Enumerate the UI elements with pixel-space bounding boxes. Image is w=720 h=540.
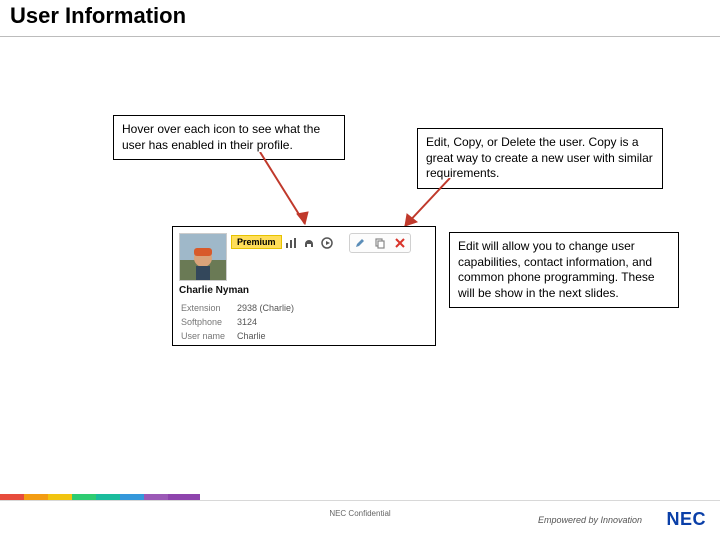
callout-edit: Edit will allow you to change user capab… [449,232,679,308]
extension-value: 2938 (Charlie) [237,303,304,315]
stats-icon[interactable] [285,237,297,249]
title-divider [0,36,720,37]
footer-divider [0,500,720,501]
user-card: Premium Charlie Nyman Extension 2938 ( [172,226,436,346]
premium-badge: Premium [231,235,282,249]
username-value: Charlie [237,331,304,343]
action-button-group [349,233,411,253]
capability-icon-row [285,233,411,253]
headset-icon[interactable] [303,237,315,249]
edit-button[interactable] [352,236,368,250]
table-row: Extension 2938 (Charlie) [181,303,304,315]
delete-button[interactable] [392,236,408,250]
play-icon[interactable] [321,237,333,249]
avatar [179,233,227,281]
footer-tagline: Empowered by Innovation [538,515,642,525]
arrow-hover-to-icons [250,152,320,237]
username-label: User name [181,331,235,343]
softphone-value: 3124 [237,317,304,329]
softphone-label: Softphone [181,317,235,329]
table-row: User name Charlie [181,331,304,343]
extension-label: Extension [181,303,235,315]
table-row: Softphone 3124 [181,317,304,329]
nec-logo: NEC [666,509,706,530]
page-title: User Information [10,3,186,29]
user-info-table: Extension 2938 (Charlie) Softphone 3124 … [179,301,306,345]
footer-confidential: NEC Confidential [329,509,390,518]
copy-button[interactable] [372,236,388,250]
user-display-name: Charlie Nyman [179,285,249,296]
